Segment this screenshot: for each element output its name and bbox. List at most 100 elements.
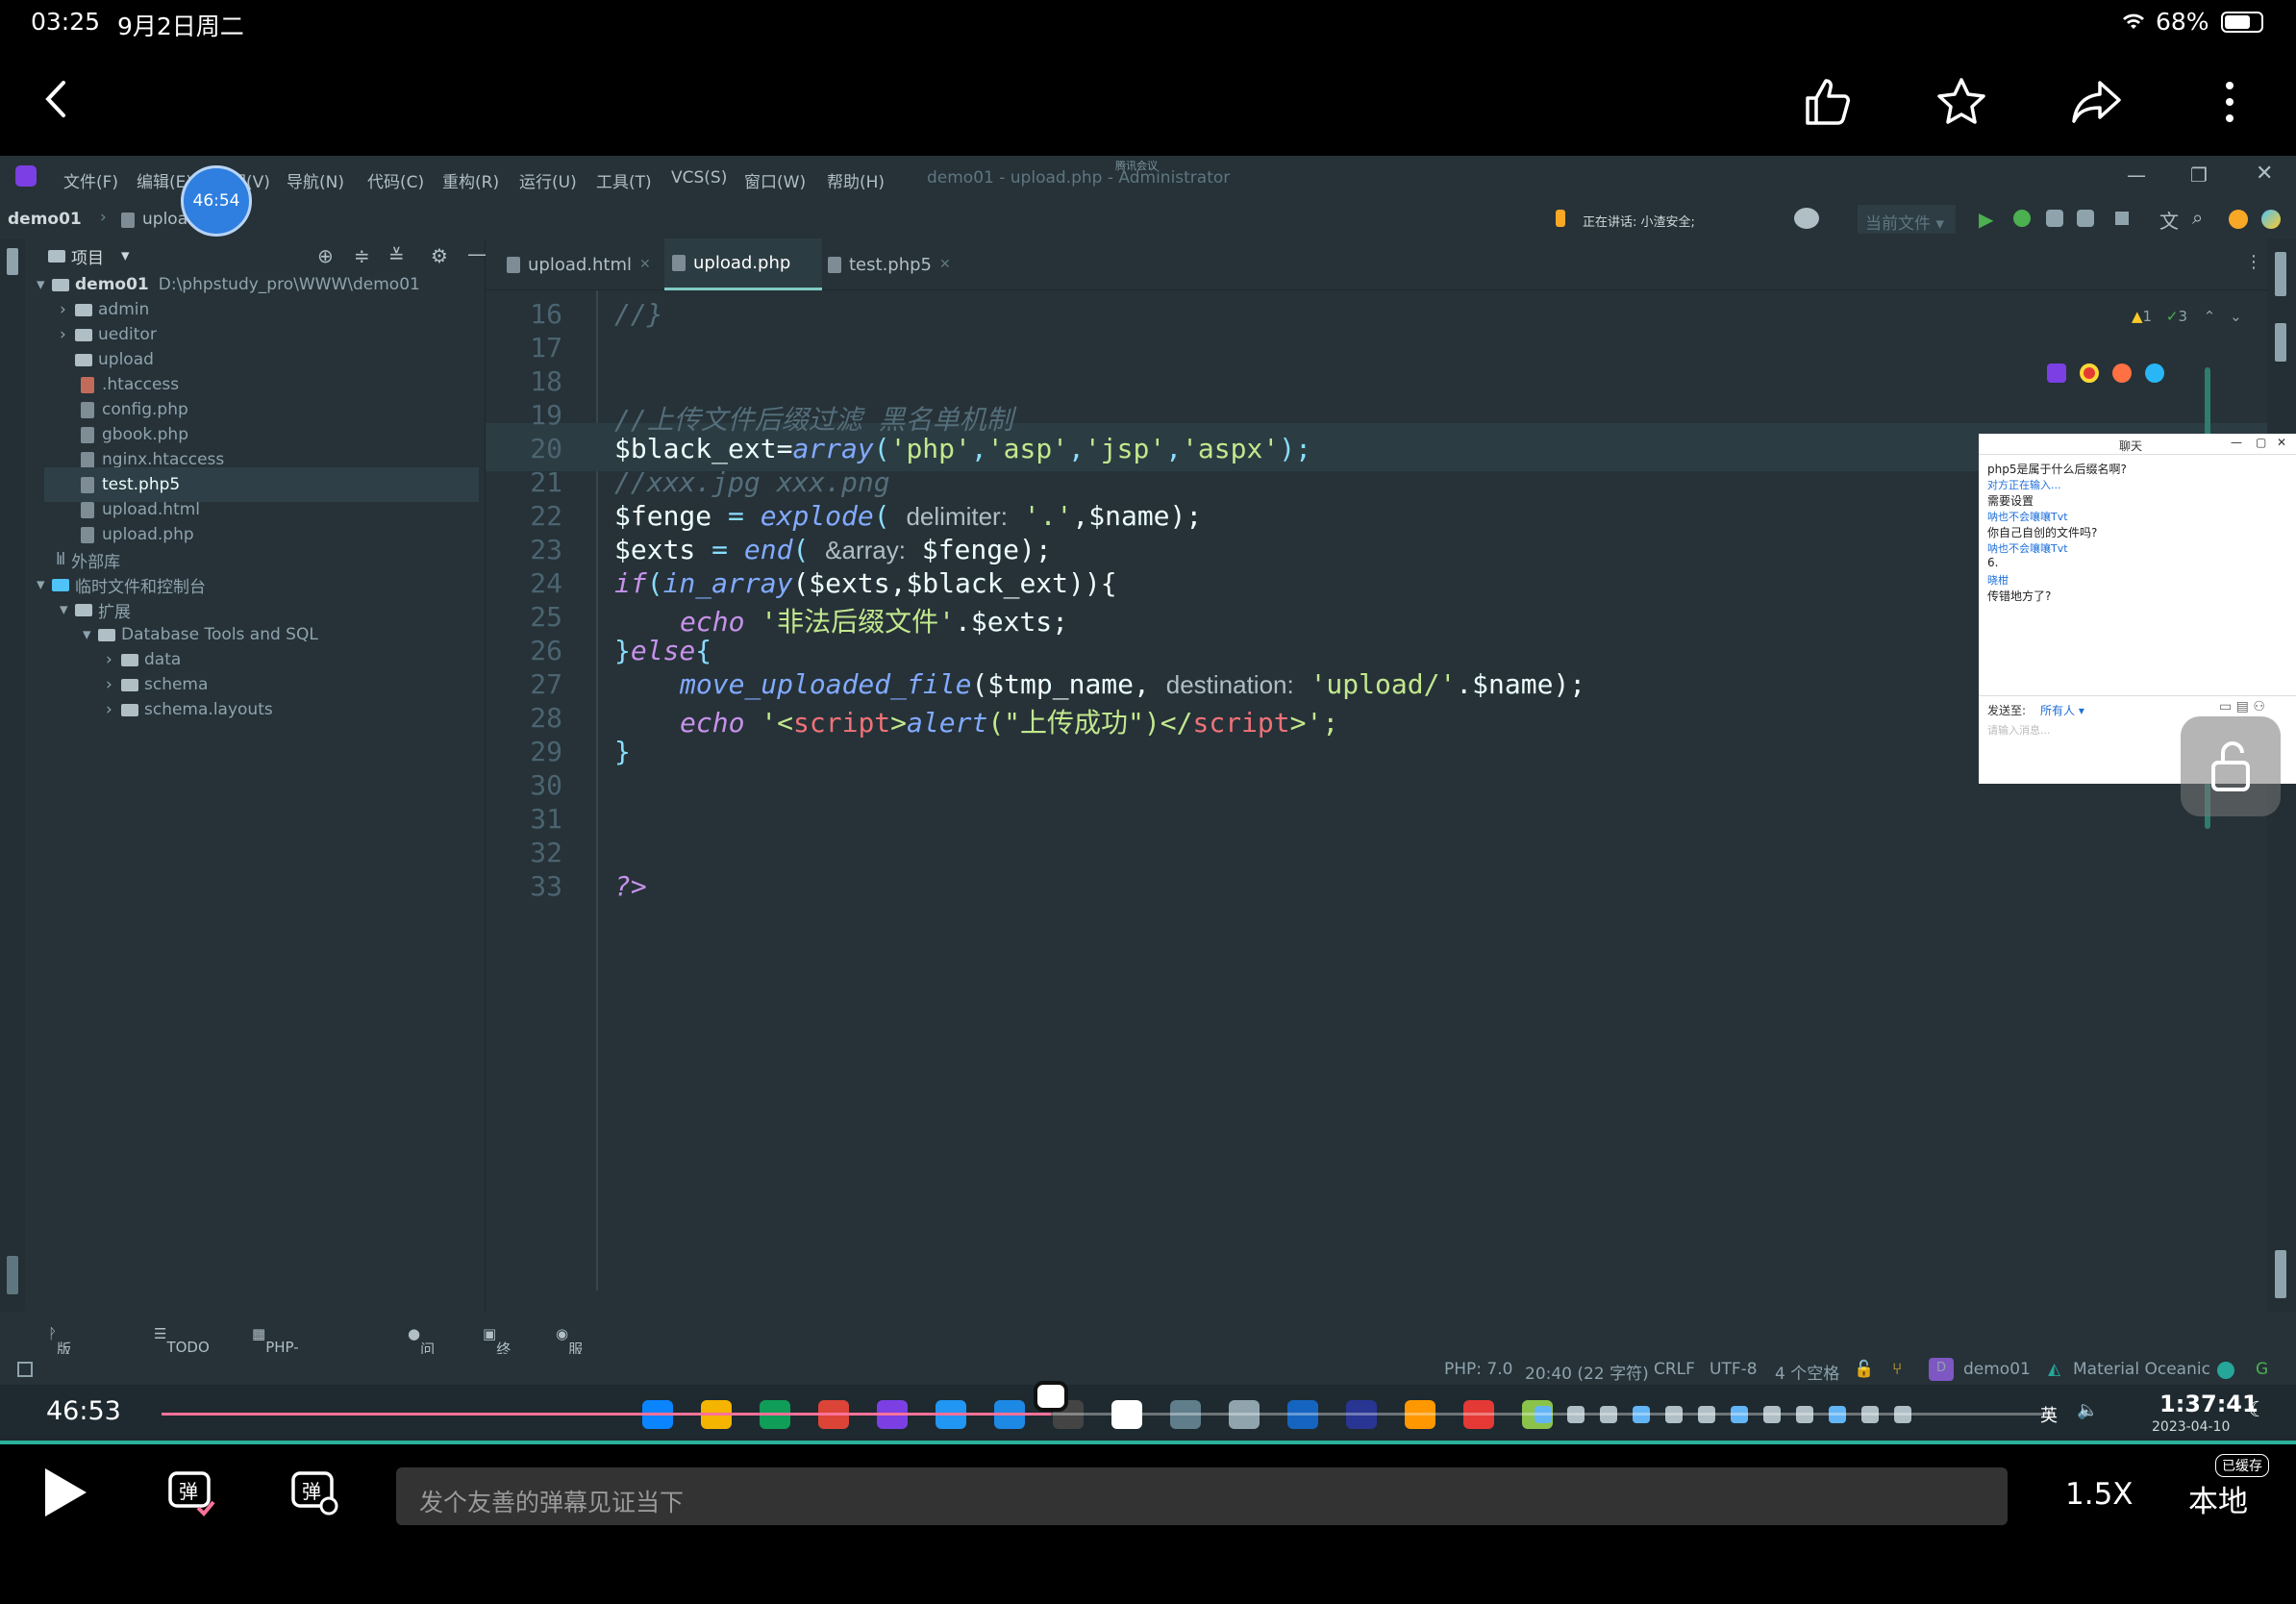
back-icon[interactable] (35, 75, 77, 123)
favorite-star-icon[interactable] (1934, 75, 1988, 129)
playback-speed-button[interactable]: 1.5X (2065, 1477, 2134, 1512)
chat-title: 聊天 (2119, 439, 2143, 453)
cached-badge: 已缓存 (2215, 1454, 2269, 1477)
minimize-icon[interactable]: — (2231, 436, 2242, 449)
run-icon[interactable]: ▶ (1979, 208, 1993, 231)
close-icon[interactable]: ✕ (2256, 162, 2273, 186)
layout-toggle-icon[interactable] (17, 1362, 33, 1377)
maximize-icon[interactable]: ❐ (2190, 163, 2208, 187)
line-number: 24 (530, 567, 562, 599)
chat-tools-icon[interactable]: ▭ ▤ ⚇ (2219, 699, 2265, 714)
menu-window[interactable]: 窗口(W) (744, 168, 806, 192)
danmu-settings-icon[interactable]: 弹 (288, 1466, 342, 1519)
play-icon[interactable] (38, 1464, 92, 1521)
chat-sender-name: 对方正在输入... (1987, 478, 2061, 491)
punct: ); (1279, 433, 1311, 464)
punct: , (970, 433, 987, 464)
screen-lock-button[interactable] (2181, 716, 2281, 816)
progress-thumb-icon[interactable] (1033, 1381, 1068, 1412)
menu-code[interactable]: 代码(C) (367, 168, 424, 192)
punct: ( (873, 500, 907, 532)
bookmarks-toolwindow-icon[interactable] (7, 1256, 18, 1294)
menu-vcs[interactable]: VCS(S) (671, 168, 727, 188)
coverage-icon[interactable] (2046, 210, 2063, 227)
function: explode (760, 500, 874, 532)
breadcrumb-project[interactable]: demo01 (8, 210, 82, 229)
string: >'; (1289, 707, 1339, 739)
database-toolwindow-icon[interactable] (2275, 252, 2286, 296)
debug-icon[interactable] (2013, 210, 2031, 227)
function: in_array (662, 567, 793, 599)
tab-upload-php[interactable]: upload.php (664, 238, 822, 290)
minimize-icon[interactable]: — (2127, 163, 2146, 187)
ios-status-bar: 03:25 9月2日周二 68% (0, 0, 2296, 48)
ide-plugin-icon[interactable] (2261, 210, 2281, 229)
profile-icon[interactable] (2077, 210, 2094, 227)
string: '非法后缀文件' (744, 606, 956, 638)
chat-input[interactable]: 请输入消息... (1987, 722, 2051, 738)
tool-todo[interactable]: ☰ TODO (154, 1325, 210, 1356)
run-config-select[interactable]: 当前文件 ▾ (1858, 205, 1956, 234)
tool-version-control[interactable]: ᚹ 版本控制 (48, 1325, 71, 1418)
maximize-icon[interactable]: ▢ (2256, 436, 2266, 449)
punct: ( (646, 567, 663, 599)
tab-close-icon[interactable]: ✕ (939, 257, 951, 272)
send-to-select[interactable]: 所有人 ▾ (2040, 702, 2084, 718)
tab-upload-html[interactable]: upload.html ✕ (507, 238, 661, 290)
menu-run[interactable]: 运行(U) (519, 168, 577, 192)
git-icon[interactable]: ⑂ (1892, 1360, 1902, 1379)
settings-gear-icon[interactable]: ⚙ (431, 244, 448, 267)
tree-item-label: test.php5 (102, 475, 181, 494)
project-panel-title[interactable]: 项目 (71, 244, 104, 268)
line-number: 23 (530, 534, 562, 565)
share-icon[interactable] (2069, 75, 2125, 129)
menu-help[interactable]: 帮助(H) (827, 168, 885, 192)
status-project[interactable]: demo01 (1963, 1360, 2031, 1379)
tree-item-schema-layouts[interactable]: › schema.layouts (106, 692, 273, 727)
locate-file-icon[interactable]: ⊕ (317, 244, 334, 267)
user-icon[interactable] (1794, 208, 1819, 229)
stop-icon[interactable] (2115, 212, 2129, 225)
update-icon[interactable] (2229, 210, 2248, 229)
local-button[interactable]: 本地 (2188, 1477, 2248, 1520)
project-toolwindow-icon[interactable] (7, 248, 18, 275)
code-line-23: $exts = end( &array: $fenge); (614, 534, 1052, 565)
tool-services[interactable]: ◉ 服务 (556, 1325, 583, 1378)
hide-panel-icon[interactable]: — (467, 242, 487, 265)
menu-refactor[interactable]: 重构(R) (442, 168, 499, 192)
tab-label: upload.php (693, 253, 791, 273)
status-theme[interactable]: Material Oceanic (2073, 1360, 2210, 1379)
chevron-down-icon[interactable]: ▾ (121, 246, 130, 265)
tab-close-icon[interactable]: ✕ (639, 257, 651, 272)
menu-tools[interactable]: 工具(T) (596, 168, 652, 192)
danmu-toggle-icon[interactable]: 弹 (165, 1466, 219, 1519)
translate-icon[interactable]: 文 (2159, 206, 2179, 234)
more-tabs-icon[interactable]: ⋮ (2245, 252, 2262, 272)
status-encoding[interactable]: UTF-8 (1710, 1360, 1758, 1379)
menu-file[interactable]: 文件(F) (63, 168, 118, 192)
search-icon[interactable]: ⌕ (2192, 206, 2203, 229)
tool-terminal[interactable]: ▣ 终端 (483, 1325, 511, 1378)
status-line-separator[interactable]: CRLF (1654, 1360, 1695, 1379)
video-frame[interactable]: 文件(F) 编辑(E) 视图(V) 导航(N) 代码(C) 重构(R) 运行(U… (0, 156, 2296, 1444)
status-caret-position[interactable]: 20:40 (22 字符) (1525, 1360, 1649, 1384)
menu-navigate[interactable]: 导航(N) (287, 168, 344, 192)
collapse-all-icon[interactable]: ≚ (388, 244, 405, 267)
progress-track[interactable] (162, 1413, 2054, 1416)
like-icon[interactable] (1800, 75, 1854, 129)
close-icon[interactable]: ✕ (2277, 436, 2286, 449)
variable: ,$name); (1072, 500, 1203, 532)
theme-icon: ◭ (2048, 1360, 2061, 1379)
expand-all-icon[interactable]: ≑ (354, 244, 370, 267)
tool-problems[interactable]: ● 问题 (408, 1325, 435, 1378)
danmu-input[interactable]: 发个友善的弹幕见证当下 (396, 1467, 2008, 1525)
status-indent[interactable]: 4 个空格 (1775, 1360, 1839, 1384)
make-toolwindow-icon[interactable] (2275, 1250, 2286, 1298)
tab-test-php5[interactable]: test.php5 ✕ (828, 238, 962, 290)
notifications-toolwindow-icon[interactable] (2275, 323, 2286, 362)
status-php-version[interactable]: PHP: 7.0 (1444, 1360, 1512, 1379)
chat-message: php5是属于什么后缀名啊? (1987, 463, 2127, 476)
more-options-icon[interactable] (2215, 75, 2244, 129)
lock-icon[interactable]: 🔓 (1854, 1360, 1874, 1379)
tool-php-cgi-server[interactable]: ▦ PHP-CGI Server (252, 1325, 312, 1391)
